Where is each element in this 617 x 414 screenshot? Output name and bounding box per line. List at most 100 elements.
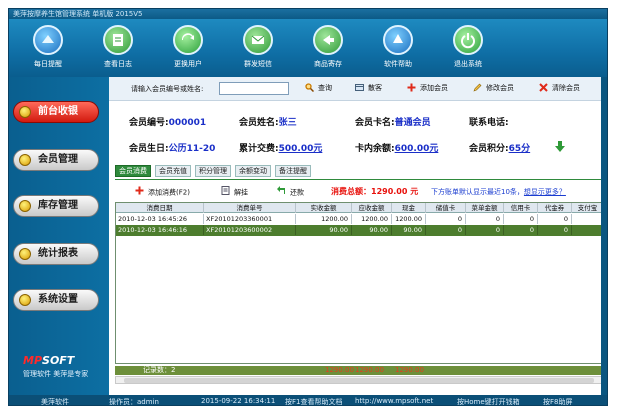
cell-credit-card: 0 [504, 214, 538, 224]
sidebar-item-inventory[interactable]: 库存管理 [13, 195, 99, 217]
member-name: 会员姓名:张三 [239, 118, 297, 128]
status-datetime: 2015-09-22 16:34:11 [201, 397, 276, 405]
add-member-button[interactable]: 添加会员 [407, 83, 448, 93]
member-birthday: 会员生日:公历11-20 [129, 144, 216, 154]
tab-notes-reminders[interactable]: 备注提醒 [275, 165, 311, 177]
release-hold-button[interactable]: 解挂 [221, 186, 248, 198]
member-tabs: 会员消费 会员充值 积分管理 余额变动 备注提醒 [115, 165, 607, 177]
cell-menu-amount: 0 [466, 225, 504, 235]
show-more-link[interactable]: 想显示更多？ [524, 188, 566, 196]
daily-reminder-button[interactable]: 每日提醒 [21, 25, 75, 69]
cell-amount-due: 90.00 [352, 225, 392, 235]
table-row-selected[interactable]: 2010-12-03 16:46:16 XF20101203600002 90.… [116, 225, 604, 236]
column-header[interactable]: 实收金额 [296, 203, 352, 213]
table-row[interactable]: 2010-12-03 16:45:26 XF20101203360001 120… [116, 214, 604, 225]
recent-records-hint: 下方账单默认显示最近10条，想显示更多？ [431, 188, 566, 196]
bullet-icon [19, 200, 31, 212]
cell-date: 2010-12-03 16:46:16 [116, 225, 204, 235]
member-card-name: 会员卡名:普通会员 [355, 118, 431, 128]
tab-balance-changes[interactable]: 余额变动 [235, 165, 271, 177]
member-search-bar: 请输入会员编号或姓名: 查询 散客 添加会员 修改会员 清除会员 [109, 77, 607, 101]
edit-icon [473, 83, 482, 92]
clear-member-button[interactable]: 清除会员 [539, 82, 580, 93]
bullet-icon [19, 154, 31, 166]
edit-member-button[interactable]: 修改会员 [473, 83, 514, 93]
card-icon [355, 83, 364, 92]
group-sms-button[interactable]: 群发短信 [231, 25, 285, 69]
column-header[interactable]: 代金券 [538, 203, 572, 213]
column-header[interactable]: 消费单号 [204, 203, 296, 213]
status-bar: 美萍软件 操作员：admin 2015-09-22 16:34:11 按F1查看… [9, 395, 607, 406]
record-count: 记录数：2 [143, 366, 176, 374]
table-header: 消费日期 消费单号 实收金额 应收金额 现金 储值卡 菜单金额 信用卡 代金券 … [116, 203, 604, 213]
tab-points-management[interactable]: 积分管理 [195, 165, 231, 177]
status-f8-hint: 按F8助屏 [543, 398, 573, 406]
switch-user-icon [173, 25, 203, 55]
bullet-icon [19, 106, 31, 118]
column-header[interactable]: 信用卡 [504, 203, 538, 213]
vertical-scrollbar[interactable] [601, 77, 607, 395]
software-help-button[interactable]: 软件帮助 [371, 25, 425, 69]
cell-credit-card: 0 [504, 225, 538, 235]
view-log-button[interactable]: 查看日志 [91, 25, 145, 69]
help-icon [383, 25, 413, 55]
tab-member-recharge[interactable]: 会员充值 [155, 165, 191, 177]
consumption-table: 消费日期 消费单号 实收金额 应收金额 现金 储值卡 菜单金额 信用卡 代金券 … [115, 202, 605, 364]
consumption-action-bar: 添加消费(F2) 解挂 还款 消费总额：1290.00 元 下方账单默认显示最近… [115, 179, 607, 201]
column-header[interactable]: 现金 [392, 203, 426, 213]
brand-slogan: 管理软件 美萍是专家 [23, 370, 89, 378]
cell-alipay [572, 225, 604, 235]
cell-amount-received: 1200.00 [296, 214, 352, 224]
cell-menu-amount: 0 [466, 214, 504, 224]
cell-cash: 1200.00 [392, 214, 426, 224]
cell-amount-due: 1200.00 [352, 214, 392, 224]
app-window: 美萍按摩养生馆管理系统 单机版 2015V5 每日提醒 查看日志 更换用户 群发… [8, 8, 608, 406]
arrow-down-icon[interactable] [555, 141, 565, 154]
sidebar: 前台收银 会员管理 库存管理 统计报表 系统设置 MPSOFT 管理软件 美萍是… [9, 77, 109, 395]
plus-icon [407, 83, 416, 92]
status-app-name: 美萍软件 [41, 398, 69, 406]
calendar-icon [33, 25, 63, 55]
member-search-input[interactable] [219, 82, 289, 95]
sidebar-item-front-cashier[interactable]: 前台收银 [13, 101, 99, 123]
tab-member-consumption[interactable]: 会员消费 [115, 165, 151, 177]
return-icon [277, 186, 286, 197]
sidebar-item-member-management[interactable]: 会员管理 [13, 149, 99, 171]
column-header[interactable]: 支付宝 [572, 203, 604, 213]
column-header[interactable]: 菜单金额 [466, 203, 504, 213]
column-header[interactable]: 储值卡 [426, 203, 466, 213]
cell-alipay [572, 214, 604, 224]
bullet-icon [19, 294, 31, 306]
receipt-icon [221, 186, 230, 197]
walk-in-customer-button[interactable]: 散客 [355, 83, 382, 93]
query-button[interactable]: 查询 [305, 82, 332, 93]
member-info-panel: 会员编号:000001 会员姓名:张三 会员卡名:普通会员 联系电话: 会员生日… [109, 101, 607, 161]
cell-cash: 90.00 [392, 225, 426, 235]
cell-stored-value: 0 [426, 214, 466, 224]
status-website[interactable]: http://www.mpsoft.net [355, 397, 433, 405]
brand-logo: MPSOFT 管理软件 美萍是专家 [23, 354, 89, 378]
horizontal-scrollbar[interactable] [115, 376, 605, 384]
cell-order-no: XF20101203600002 [204, 225, 296, 235]
cell-order-no: XF20101203360001 [204, 214, 296, 224]
goods-storage-button[interactable]: 商品寄存 [301, 25, 355, 69]
column-header[interactable]: 应收金额 [352, 203, 392, 213]
column-header[interactable]: 消费日期 [116, 203, 204, 213]
close-icon [539, 82, 548, 92]
sidebar-item-settings[interactable]: 系统设置 [13, 289, 99, 311]
cell-date: 2010-12-03 16:45:26 [116, 214, 204, 224]
repay-button[interactable]: 还款 [277, 186, 304, 198]
add-consumption-button[interactable]: 添加消费(F2) [135, 186, 190, 198]
sms-icon [243, 25, 273, 55]
member-id: 会员编号:000001 [129, 118, 207, 128]
exit-system-button[interactable]: 退出系统 [441, 25, 495, 69]
log-icon [103, 25, 133, 55]
switch-user-button[interactable]: 更换用户 [161, 25, 215, 69]
status-operator: 操作员：admin [109, 398, 159, 406]
main-toolbar: 每日提醒 查看日志 更换用户 群发短信 商品寄存 软件帮助 退出系统 [9, 19, 607, 77]
search-icon [305, 82, 315, 92]
plus-icon [135, 186, 144, 197]
sidebar-item-reports[interactable]: 统计报表 [13, 243, 99, 265]
consumption-total: 消费总额：1290.00 元 [331, 187, 419, 196]
scrollbar-thumb[interactable] [124, 378, 594, 383]
